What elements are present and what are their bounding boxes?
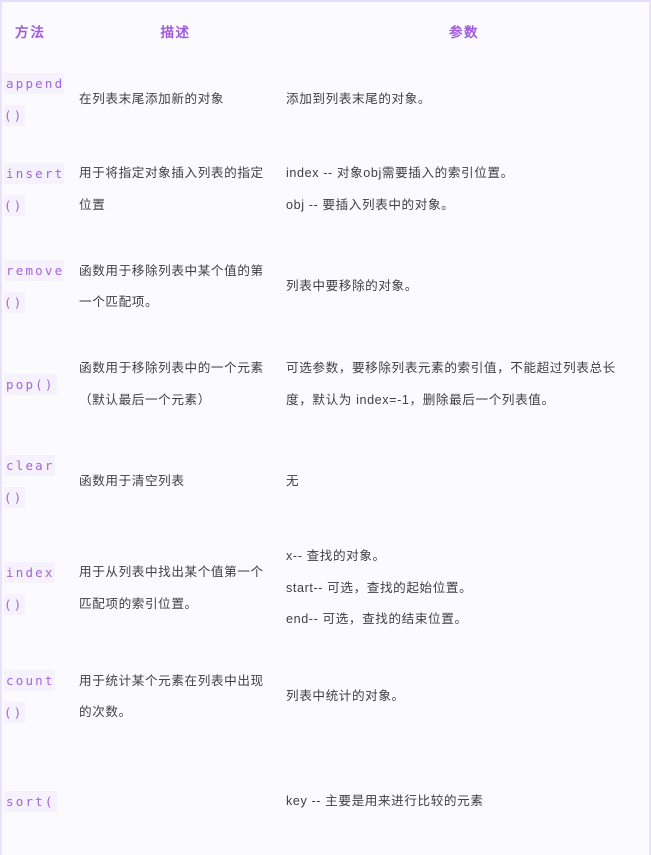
- method-parameters-cell: 列表中统计的对象。: [279, 647, 649, 747]
- method-description-cell: 在列表末尾添加新的对象: [72, 59, 279, 141]
- table-row: index() 用于从列表中找出某个值第一个匹配项的索引位置。 x-- 查找的对…: [2, 530, 649, 647]
- method-code-badge: clear(): [4, 454, 55, 508]
- method-code-badge: append(): [4, 73, 65, 126]
- method-description-cell: 函数用于移除列表中某个值的第一个匹配项。: [72, 238, 279, 336]
- method-name-cell: remove(): [2, 238, 72, 336]
- method-name-cell: pop(): [2, 336, 72, 433]
- method-description-cell: 用于将指定对象插入列表的指定位置: [72, 141, 279, 238]
- method-parameters-cell: x-- 查找的对象。 start-- 可选，查找的起始位置。 end-- 可选，…: [279, 530, 649, 647]
- parameter-line: 无: [286, 473, 300, 488]
- parameter-line: x-- 查找的对象。: [286, 549, 386, 564]
- parameter-line: key -- 主要是用来进行比较的元素: [286, 794, 484, 809]
- method-description-cell: 用于统计某个元素在列表中出现的次数。: [72, 647, 279, 747]
- table-row: remove() 函数用于移除列表中某个值的第一个匹配项。 列表中要移除的对象。: [2, 238, 649, 336]
- parameter-line: start-- 可选，查找的起始位置。: [286, 580, 473, 595]
- method-parameters-cell: 可选参数，要移除列表元素的索引值，不能超过列表总长度，默认为 index=-1，…: [279, 336, 649, 433]
- parameter-line: 可选参数，要移除列表元素的索引值，不能超过列表总长度，默认为 index=-1，…: [286, 361, 616, 407]
- column-header-description: 描述: [72, 2, 279, 59]
- method-parameters-cell: 列表中要移除的对象。: [279, 238, 649, 336]
- method-parameters-cell: index -- 对象obj需要插入的索引位置。 obj -- 要插入列表中的对…: [279, 141, 649, 238]
- table-row: clear() 函数用于清空列表 无: [2, 433, 649, 530]
- parameter-line: 添加到列表末尾的对象。: [286, 92, 432, 107]
- table-header-row: 方法 描述 参数: [2, 2, 649, 59]
- list-methods-table: 方法 描述 参数 append() 在列表末尾添加新的对象 添加到列表末尾的对象…: [2, 2, 649, 855]
- table-row: pop() 函数用于移除列表中的一个元素（默认最后一个元素） 可选参数，要移除列…: [2, 336, 649, 433]
- method-parameters-cell: 添加到列表末尾的对象。: [279, 59, 649, 141]
- table-row: count() 用于统计某个元素在列表中出现的次数。 列表中统计的对象。: [2, 647, 649, 747]
- method-name-cell: count(): [2, 647, 72, 747]
- method-code-badge: insert(): [4, 162, 65, 216]
- table-body: append() 在列表末尾添加新的对象 添加到列表末尾的对象。 insert(…: [2, 59, 649, 855]
- method-code-badge: count(): [4, 670, 55, 723]
- method-code-badge: pop(): [4, 373, 57, 395]
- method-name-cell: append(): [2, 59, 72, 141]
- table-row: append() 在列表末尾添加新的对象 添加到列表末尾的对象。: [2, 59, 649, 141]
- method-name-cell: clear(): [2, 433, 72, 530]
- parameter-line: index -- 对象obj需要插入的索引位置。: [286, 166, 514, 181]
- method-parameters-cell: 无: [279, 433, 649, 530]
- column-header-method: 方法: [2, 2, 72, 59]
- table-header: 方法 描述 参数: [2, 2, 649, 59]
- parameter-line: obj -- 要插入列表中的对象。: [286, 197, 455, 212]
- column-header-parameters: 参数: [279, 2, 649, 59]
- parameter-line: 列表中要移除的对象。: [286, 279, 418, 294]
- method-name-cell: index(): [2, 530, 72, 647]
- method-description-cell: 用于从列表中找出某个值第一个匹配项的索引位置。: [72, 530, 279, 647]
- method-description-cell: 函数用于移除列表中的一个元素（默认最后一个元素）: [72, 336, 279, 433]
- table-row: sort( key -- 主要是用来进行比较的元素: [2, 747, 649, 855]
- method-description-cell: 函数用于清空列表: [72, 433, 279, 530]
- method-parameters-cell: key -- 主要是用来进行比较的元素: [279, 747, 649, 855]
- table-row: insert() 用于将指定对象插入列表的指定位置 index -- 对象obj…: [2, 141, 649, 238]
- method-code-badge: index(): [4, 561, 55, 615]
- parameter-line: end-- 可选，查找的结束位置。: [286, 612, 468, 627]
- method-name-cell: insert(): [2, 141, 72, 238]
- list-methods-table-container: 方法 描述 参数 append() 在列表末尾添加新的对象 添加到列表末尾的对象…: [0, 0, 651, 855]
- method-name-cell: sort(: [2, 747, 72, 855]
- method-code-badge: remove(): [4, 260, 65, 313]
- method-description-cell: [72, 747, 279, 855]
- method-code-badge: sort(: [4, 791, 57, 813]
- parameter-line: 列表中统计的对象。: [286, 689, 405, 704]
